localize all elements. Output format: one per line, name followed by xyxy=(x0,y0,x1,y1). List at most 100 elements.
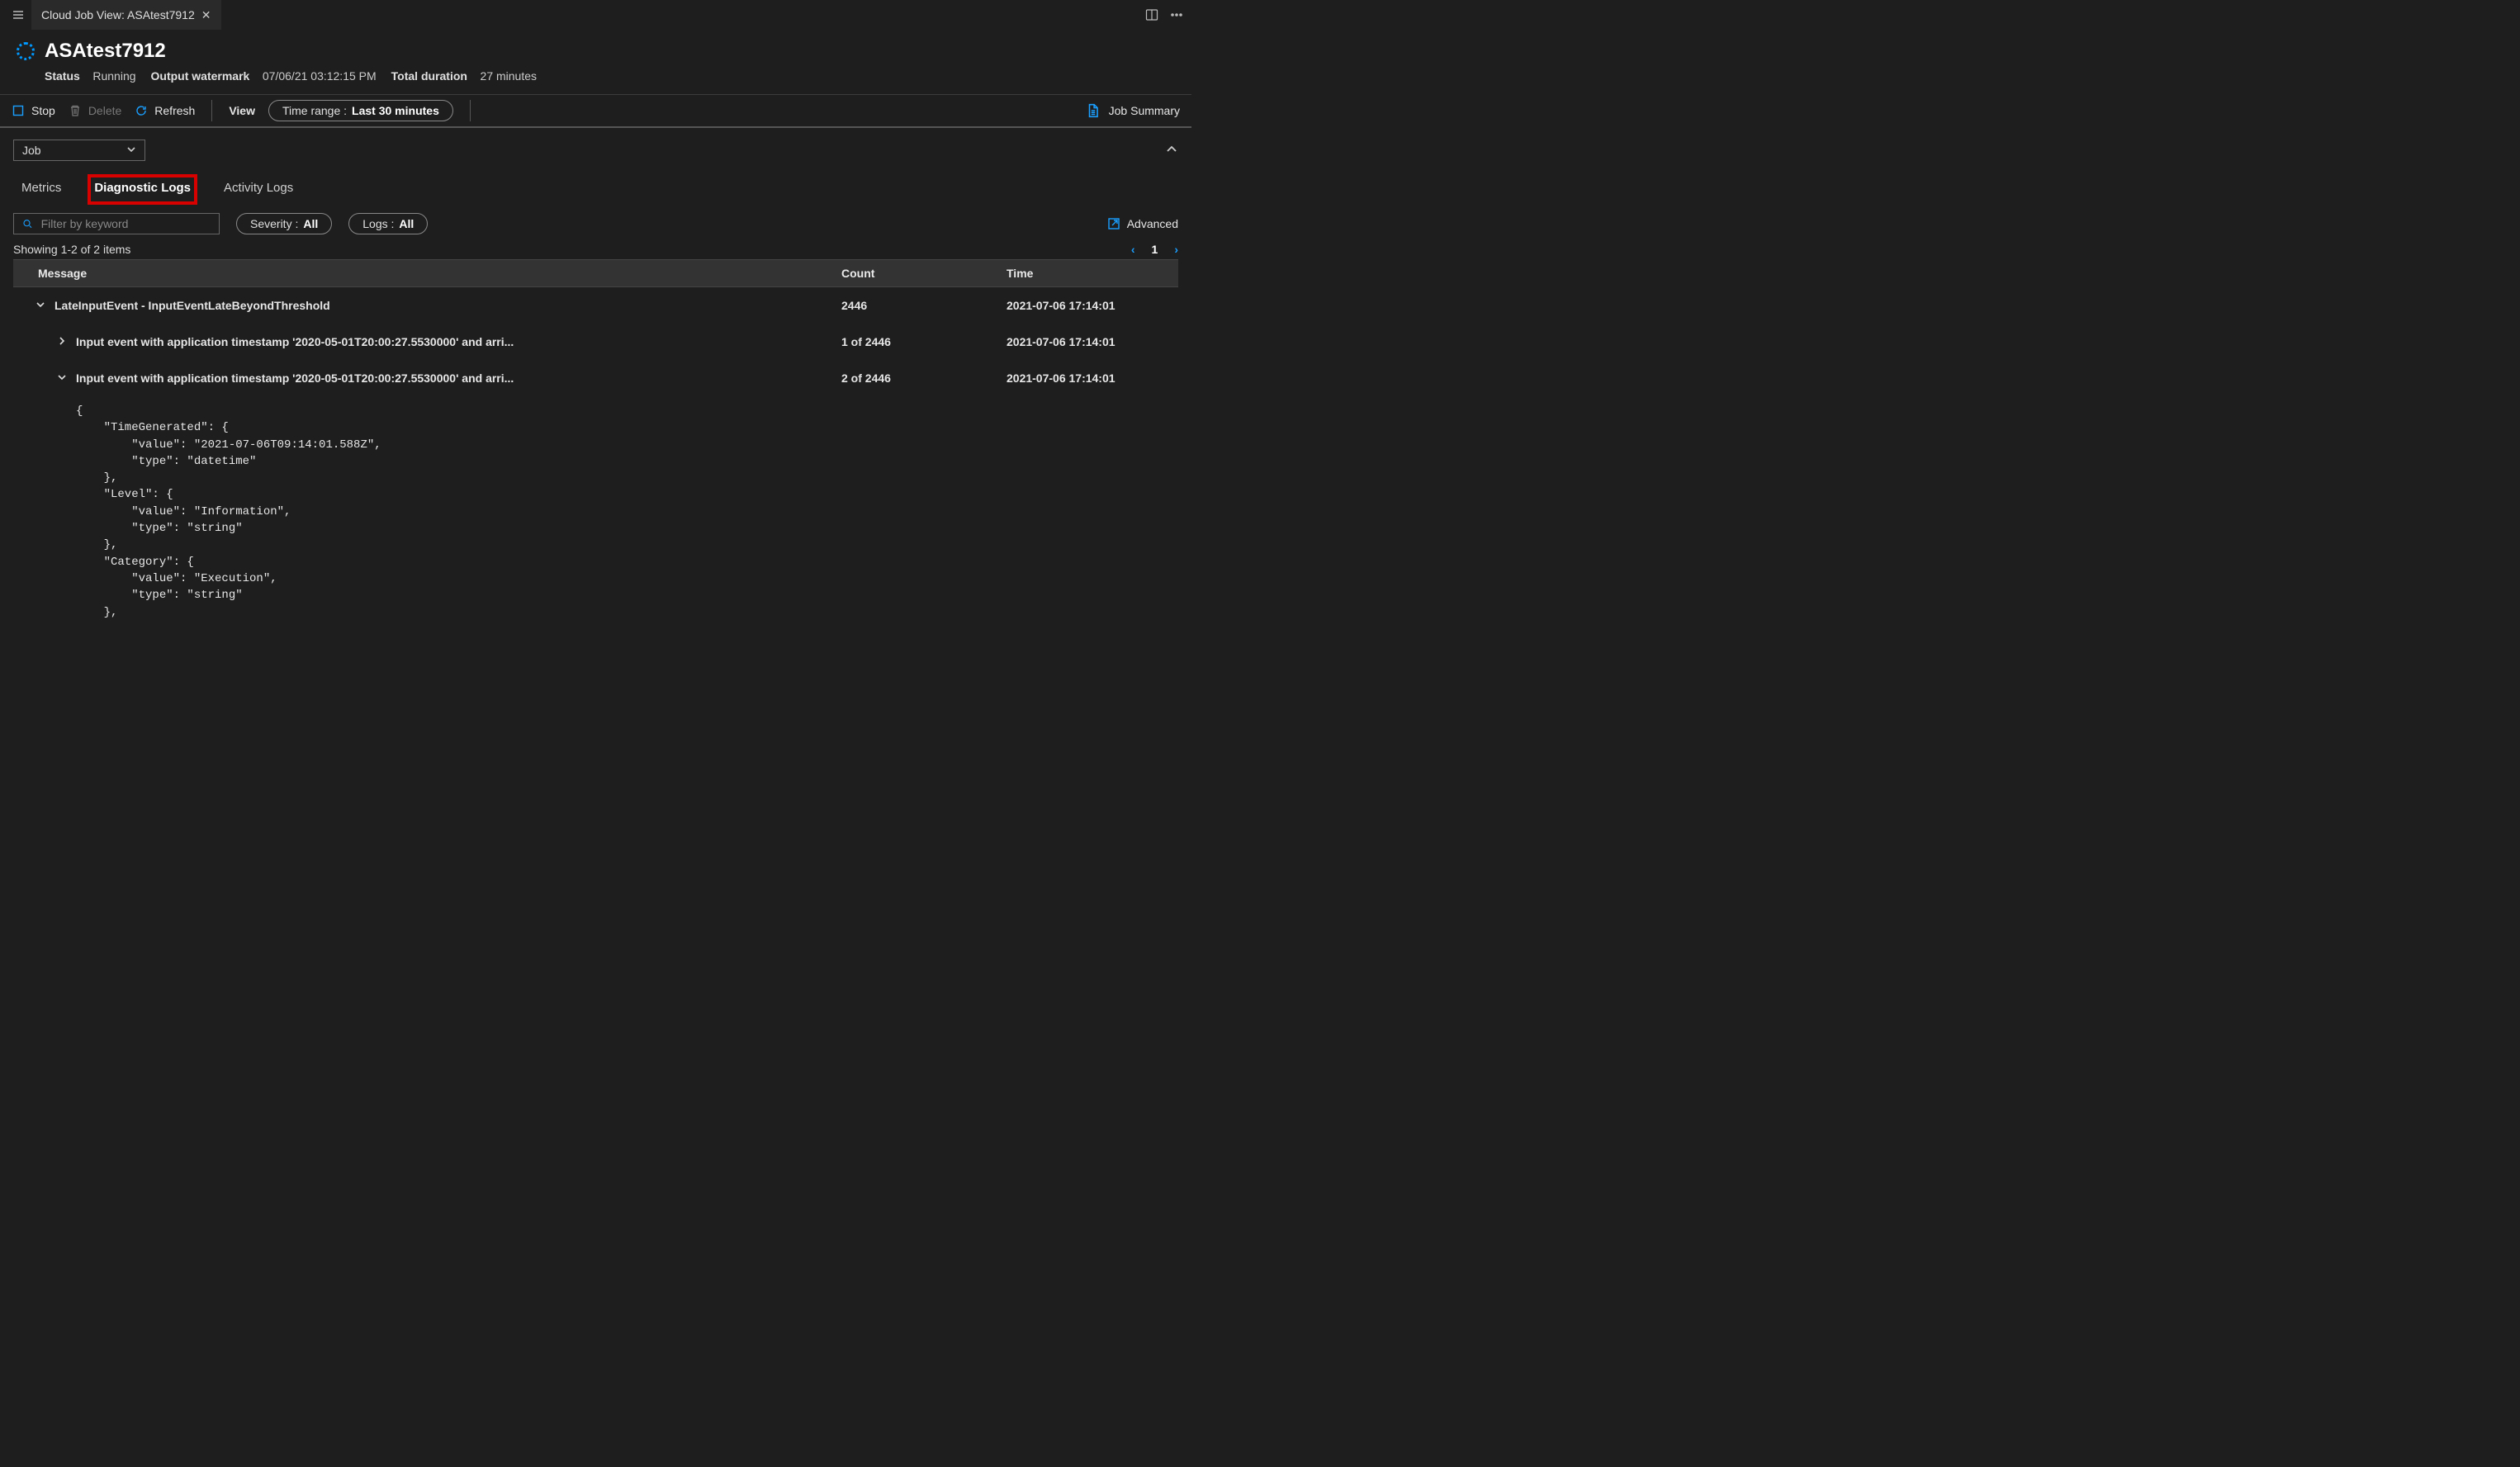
showing-text: Showing 1-2 of 2 items xyxy=(13,243,130,256)
search-input[interactable] xyxy=(41,217,211,230)
view-label: View xyxy=(229,104,255,117)
duration-label: Total duration xyxy=(391,69,467,83)
cell-time: 2021-07-06 17:14:01 xyxy=(997,329,1178,355)
running-icon xyxy=(17,42,35,60)
stop-button-label: Stop xyxy=(31,104,55,117)
stop-icon xyxy=(12,104,25,117)
editor-tabbar: Cloud Job View: ASAtest7912 ✕ xyxy=(0,0,1191,30)
logs-table: Message Count Time LateInputEvent - Inpu… xyxy=(13,259,1178,621)
toolbar: Stop Delete Refresh View Time range : La… xyxy=(0,95,1191,128)
view-label-text: View xyxy=(229,104,255,117)
filter-row: Severity : All Logs : All Advanced xyxy=(13,213,1178,234)
chevron-down-icon[interactable] xyxy=(56,371,68,385)
next-page-button[interactable]: › xyxy=(1174,243,1178,256)
advanced-label: Advanced xyxy=(1127,217,1178,230)
logs-filter-pill[interactable]: Logs : All xyxy=(348,213,428,234)
tab-metrics[interactable]: Metrics xyxy=(17,176,66,203)
external-link-icon xyxy=(1107,217,1120,230)
tab-title: Cloud Job View: ASAtest7912 xyxy=(41,8,195,21)
toolbar-left: Stop Delete Refresh View Time range : La… xyxy=(12,100,474,121)
page-title: ASAtest7912 xyxy=(45,40,166,63)
scope-dropdown-value: Job xyxy=(22,144,41,157)
toolbar-divider xyxy=(211,100,212,121)
status-group: Status Running xyxy=(45,69,136,83)
job-summary-button[interactable]: Job Summary xyxy=(1086,103,1180,118)
collapse-panel-button[interactable] xyxy=(1165,143,1178,159)
subbar: Job xyxy=(0,128,1191,161)
job-summary-label: Job Summary xyxy=(1109,104,1180,117)
status-row: Status Running Output watermark 07/06/21… xyxy=(17,69,1175,83)
delete-button-label: Delete xyxy=(88,104,121,117)
logs-label: Logs : xyxy=(362,217,394,230)
close-icon[interactable]: ✕ xyxy=(201,8,211,22)
refresh-button-label: Refresh xyxy=(154,104,195,117)
th-message[interactable]: Message xyxy=(13,260,831,286)
table-row[interactable]: Input event with application timestamp '… xyxy=(13,360,1178,396)
header: ASAtest7912 Status Running Output waterm… xyxy=(0,30,1191,95)
tab-activity-logs[interactable]: Activity Logs xyxy=(219,176,298,203)
time-range-pill[interactable]: Time range : Last 30 minutes xyxy=(268,100,453,121)
cell-time: 2021-07-06 17:14:01 xyxy=(997,292,1178,319)
time-range-label: Time range : xyxy=(282,104,347,117)
message-text: Input event with application timestamp '… xyxy=(76,371,514,385)
title-row: ASAtest7912 xyxy=(17,40,1175,63)
th-time[interactable]: Time xyxy=(997,260,1178,286)
cell-message: LateInputEvent - InputEventLateBeyondThr… xyxy=(13,292,831,319)
watermark-group: Output watermark 07/06/21 03:12:15 PM xyxy=(151,69,377,83)
stop-button[interactable]: Stop xyxy=(12,104,55,117)
content-area: Severity : All Logs : All Advanced Showi… xyxy=(0,203,1191,621)
table-header: Message Count Time xyxy=(13,260,1178,287)
watermark-value: 07/06/21 03:12:15 PM xyxy=(263,69,377,83)
message-text: LateInputEvent - InputEventLateBeyondThr… xyxy=(54,299,330,312)
document-icon xyxy=(1086,103,1101,118)
cell-count: 2446 xyxy=(831,292,997,319)
duration-group: Total duration 27 minutes xyxy=(391,69,537,83)
status-label: Status xyxy=(45,69,80,83)
editor-tab[interactable]: Cloud Job View: ASAtest7912 ✕ xyxy=(31,0,221,30)
paging-row: Showing 1-2 of 2 items ‹ 1 › xyxy=(13,243,1178,256)
toolbar-divider-2 xyxy=(470,100,471,121)
log-tabs: Metrics Diagnostic Logs Activity Logs xyxy=(0,161,1191,203)
more-icon[interactable] xyxy=(1170,8,1183,21)
tab-diagnostic-logs[interactable]: Diagnostic Logs xyxy=(89,176,196,203)
tabbar-right xyxy=(1145,8,1187,21)
severity-value: All xyxy=(303,217,318,230)
status-value: Running xyxy=(92,69,135,83)
cell-time: 2021-07-06 17:14:01 xyxy=(997,365,1178,391)
severity-label: Severity : xyxy=(250,217,298,230)
advanced-link[interactable]: Advanced xyxy=(1107,217,1178,230)
tabbar-left: Cloud Job View: ASAtest7912 ✕ xyxy=(5,0,221,30)
trash-icon xyxy=(69,104,82,117)
table-row[interactable]: Input event with application timestamp '… xyxy=(13,324,1178,360)
search-icon xyxy=(22,218,33,230)
menu-icon[interactable] xyxy=(5,8,31,21)
chevron-down-icon[interactable] xyxy=(35,299,46,312)
search-box[interactable] xyxy=(13,213,220,234)
logs-value: All xyxy=(399,217,414,230)
cell-message: Input event with application timestamp '… xyxy=(13,365,831,391)
cell-message: Input event with application timestamp '… xyxy=(13,329,831,355)
chevron-down-icon xyxy=(126,144,136,157)
log-json-detail: { "TimeGenerated": { "value": "2021-07-0… xyxy=(13,396,1178,621)
severity-filter-pill[interactable]: Severity : All xyxy=(236,213,332,234)
time-range-value: Last 30 minutes xyxy=(352,104,439,117)
refresh-button[interactable]: Refresh xyxy=(135,104,195,117)
cell-count: 1 of 2446 xyxy=(831,329,997,355)
watermark-label: Output watermark xyxy=(151,69,250,83)
prev-page-button[interactable]: ‹ xyxy=(1131,243,1135,256)
duration-value: 27 minutes xyxy=(481,69,537,83)
current-page: 1 xyxy=(1152,243,1158,256)
cell-count: 2 of 2446 xyxy=(831,365,997,391)
scope-dropdown[interactable]: Job xyxy=(13,140,145,161)
pager: ‹ 1 › xyxy=(1131,243,1178,256)
filters-left: Severity : All Logs : All xyxy=(13,213,428,234)
th-count[interactable]: Count xyxy=(831,260,997,286)
delete-button[interactable]: Delete xyxy=(69,104,121,117)
chevron-right-icon[interactable] xyxy=(56,335,68,348)
message-text: Input event with application timestamp '… xyxy=(76,335,514,348)
refresh-icon xyxy=(135,104,148,117)
table-body: LateInputEvent - InputEventLateBeyondThr… xyxy=(13,287,1178,396)
chevron-up-icon xyxy=(1165,143,1178,156)
table-row[interactable]: LateInputEvent - InputEventLateBeyondThr… xyxy=(13,287,1178,324)
split-editor-icon[interactable] xyxy=(1145,8,1158,21)
